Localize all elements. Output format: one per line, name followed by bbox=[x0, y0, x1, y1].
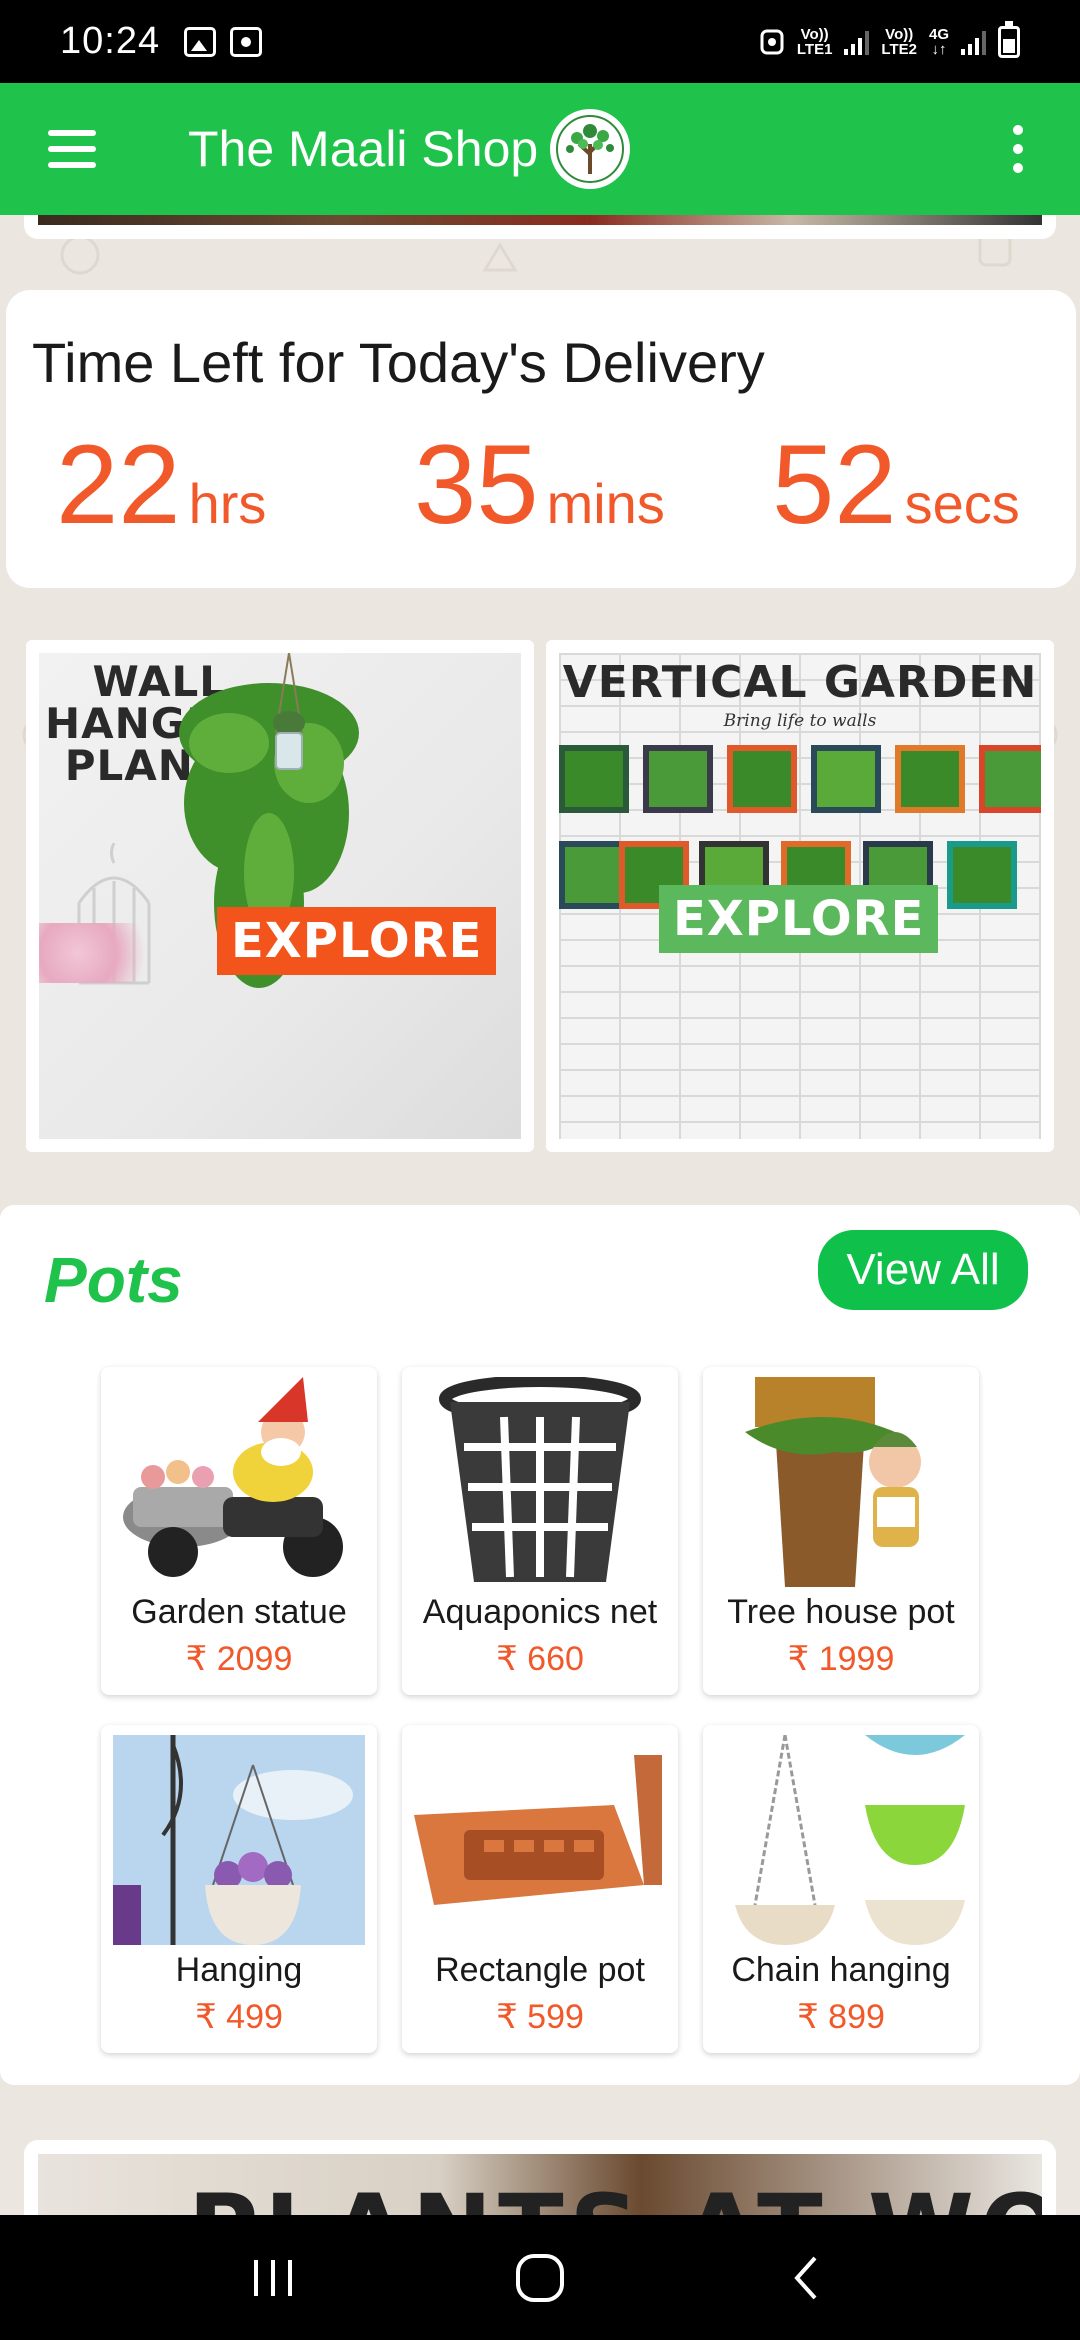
product-card-garden-statue[interactable]: Garden statue ₹ 2099 bbox=[101, 1367, 377, 1695]
chain-hanging-image bbox=[715, 1735, 967, 1945]
app-title: The Maali Shop bbox=[188, 121, 539, 177]
vertical-garden-tagline: Bring life to walls bbox=[723, 711, 877, 731]
product-name: Aquaponics net bbox=[422, 1593, 658, 1631]
tree-logo-icon bbox=[550, 109, 631, 189]
countdown-minutes: 35 mins bbox=[414, 420, 665, 549]
product-card-tree-house-pot[interactable]: Tree house pot ₹ 1999 bbox=[703, 1367, 979, 1695]
sim2-label: Vo)) LTE2 bbox=[881, 27, 917, 57]
product-name: Hanging bbox=[175, 1951, 303, 1989]
delivery-countdown-card: Time Left for Today's Delivery 22 hrs 35… bbox=[6, 290, 1076, 588]
aquaponics-net-image bbox=[414, 1377, 666, 1587]
status-bar: 10:24 Vo)) LTE1 Vo)) LTE2 4G ↓↑ bbox=[0, 0, 1080, 83]
planter-frame bbox=[979, 745, 1041, 813]
planter-frame bbox=[559, 745, 629, 813]
sim1-volte: Vo)) bbox=[800, 25, 829, 43]
pink-flowers-decoration bbox=[39, 923, 169, 983]
product-name: Rectangle pot bbox=[435, 1951, 645, 1989]
network-type: 4G ↓↑ bbox=[929, 27, 949, 57]
view-all-button[interactable]: View All bbox=[818, 1230, 1028, 1310]
recent-apps-icon[interactable] bbox=[228, 2233, 318, 2323]
product-price: ₹ 899 bbox=[797, 1998, 885, 2036]
app-bar: The Maali Shop bbox=[0, 83, 1080, 215]
product-price: ₹ 499 bbox=[195, 1998, 283, 2036]
pots-section-title: Pots bbox=[44, 1244, 183, 1316]
product-price: ₹ 599 bbox=[496, 1998, 584, 2036]
product-card-rectangle-pot[interactable]: Rectangle pot ₹ 599 bbox=[402, 1725, 678, 2053]
planter-frame bbox=[811, 745, 881, 813]
planter-frame bbox=[643, 745, 713, 813]
tree-house-pot-image bbox=[715, 1377, 967, 1587]
planter-frame bbox=[947, 841, 1017, 909]
plants-at-work-banner[interactable]: PLANTS AT WORK bbox=[24, 2140, 1056, 2220]
hanging-jar-icon bbox=[273, 653, 305, 770]
wall-hanging-explore-button[interactable]: EXPLORE bbox=[217, 907, 497, 975]
countdown-minutes-label: mins bbox=[546, 472, 665, 535]
countdown-seconds-label: secs bbox=[904, 472, 1020, 535]
sim2-volte: Vo)) bbox=[885, 25, 914, 43]
rectangle-pot-image bbox=[414, 1735, 666, 1945]
product-card-chain-hanging[interactable]: Chain hanging ₹ 899 bbox=[703, 1725, 979, 2053]
status-time: 10:24 bbox=[60, 20, 161, 62]
data-saver-icon bbox=[760, 29, 784, 54]
data-arrows-icon: ↓↑ bbox=[931, 40, 947, 58]
gallery-notification-icon bbox=[184, 26, 217, 57]
vertical-garden-heading: VERTICAL GARDEN bbox=[562, 657, 1038, 708]
garden-statue-image bbox=[113, 1377, 365, 1587]
status-indicators: Vo)) LTE1 Vo)) LTE2 4G ↓↑ bbox=[759, 20, 1020, 58]
more-options-icon[interactable] bbox=[988, 104, 1048, 194]
vertical-garden-explore-button[interactable]: EXPLORE bbox=[659, 885, 939, 953]
plants-at-work-banner-image: PLANTS AT WORK bbox=[38, 2154, 1042, 2220]
product-card-hanging[interactable]: Hanging ₹ 499 bbox=[101, 1725, 377, 2053]
countdown-seconds-value: 52 bbox=[772, 422, 897, 547]
sim2-lte: LTE2 bbox=[881, 40, 917, 58]
screen-record-icon bbox=[230, 26, 263, 57]
vertical-garden-banner[interactable]: VERTICAL GARDEN Bring life to walls EXPL… bbox=[546, 640, 1054, 1152]
countdown-minutes-value: 35 bbox=[414, 422, 539, 547]
product-name: Tree house pot bbox=[727, 1593, 955, 1631]
system-navigation-bar bbox=[0, 2215, 1080, 2340]
countdown-seconds: 52 secs bbox=[772, 420, 1020, 549]
back-icon[interactable] bbox=[762, 2233, 852, 2323]
product-name: Chain hanging bbox=[731, 1951, 951, 1989]
planter-frame bbox=[895, 745, 965, 813]
product-price: ₹ 2099 bbox=[185, 1640, 293, 1678]
signal-sim2-icon bbox=[961, 29, 986, 55]
countdown-title: Time Left for Today's Delivery bbox=[32, 331, 765, 394]
hanging-pot-image bbox=[113, 1735, 365, 1945]
product-price: ₹ 1999 bbox=[787, 1640, 895, 1678]
countdown-hours-value: 22 bbox=[56, 422, 181, 547]
signal-sim1-icon bbox=[844, 29, 870, 55]
pots-section: Pots View All Garden statue ₹ 2099 Aquap… bbox=[0, 1205, 1080, 2085]
countdown-hours-label: hrs bbox=[188, 472, 267, 535]
home-icon[interactable] bbox=[495, 2233, 585, 2323]
countdown-hours: 22 hrs bbox=[56, 420, 266, 549]
product-name: Garden statue bbox=[131, 1593, 347, 1631]
plants-at-work-text: PLANTS AT WORK bbox=[188, 2174, 1042, 2220]
vertical-garden-banner-image: VERTICAL GARDEN Bring life to walls EXPL… bbox=[559, 653, 1041, 1139]
sim1-lte: LTE1 bbox=[796, 40, 833, 58]
wall-hanging-banner-image: WALL HANGING PLANTS EXPLORE bbox=[39, 653, 521, 1139]
top-carousel-banner[interactable] bbox=[24, 215, 1056, 239]
battery-icon bbox=[998, 20, 1020, 58]
product-card-aquaponics-net[interactable]: Aquaponics net ₹ 660 bbox=[402, 1367, 678, 1695]
hamburger-menu-icon[interactable] bbox=[28, 104, 118, 194]
network-type-label: 4G bbox=[928, 25, 949, 43]
wall-hanging-plants-banner[interactable]: WALL HANGING PLANTS EXPLORE bbox=[26, 640, 534, 1152]
sim1-label: Vo)) LTE1 bbox=[797, 27, 833, 57]
product-price: ₹ 660 bbox=[496, 1640, 584, 1678]
planter-frame bbox=[727, 745, 797, 813]
